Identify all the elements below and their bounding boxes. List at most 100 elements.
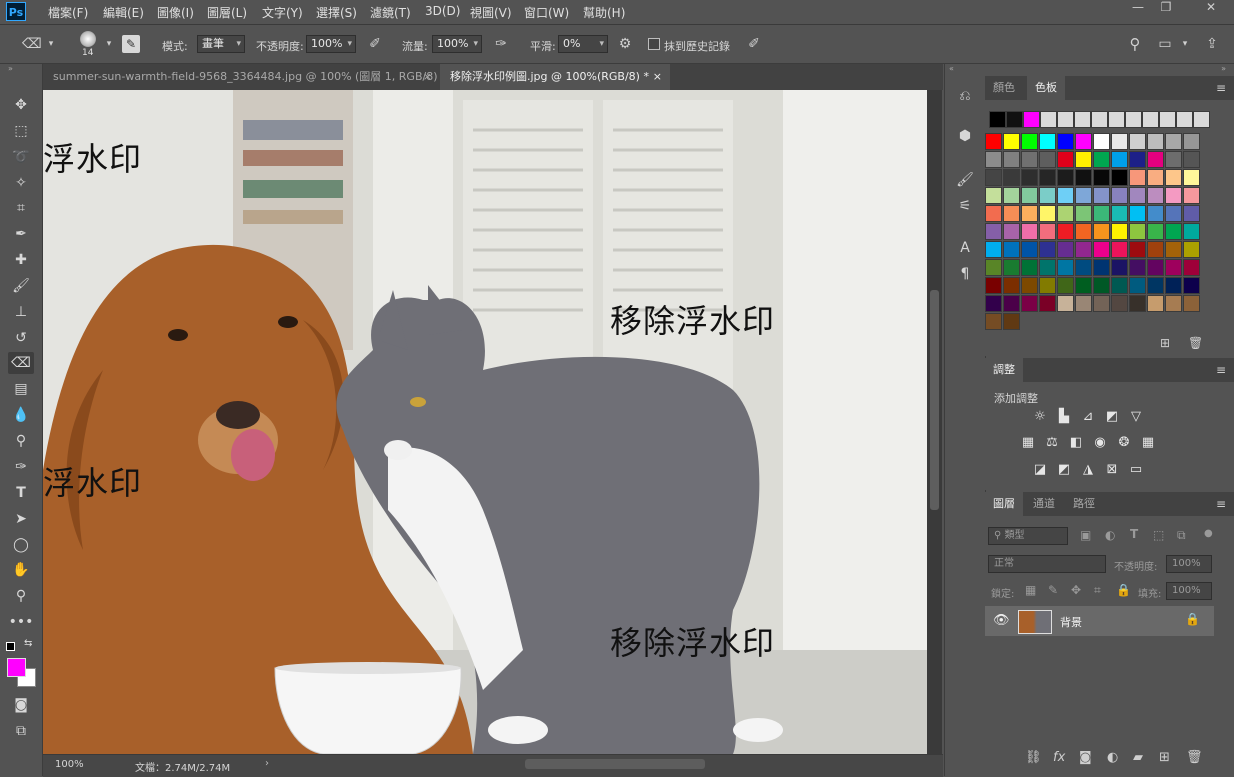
brush-settings-icon[interactable]: ✎: [122, 35, 140, 53]
history-brush-tool-icon[interactable]: ↺: [8, 327, 34, 349]
swatch[interactable]: [1129, 187, 1146, 204]
tool-preset-caret-icon[interactable]: ▾: [42, 35, 60, 53]
swatch[interactable]: [1075, 295, 1092, 312]
layer-name[interactable]: 背景: [1060, 614, 1082, 630]
swatch[interactable]: [1147, 187, 1164, 204]
swatch[interactable]: [1183, 133, 1200, 150]
swatch[interactable]: [1006, 111, 1023, 128]
filter-smart-object-icon[interactable]: ⧉: [1177, 528, 1186, 543]
swatch[interactable]: [1021, 169, 1038, 186]
blend-mode-select[interactable]: 正常: [988, 555, 1106, 573]
swatch[interactable]: [1023, 111, 1040, 128]
swatch[interactable]: [1091, 111, 1108, 128]
swatch[interactable]: [1147, 151, 1164, 168]
filter-shape-icon[interactable]: ⬚: [1153, 528, 1164, 542]
swatch[interactable]: [1057, 169, 1074, 186]
swatch[interactable]: [1075, 187, 1092, 204]
tab-swatches[interactable]: 色板: [1027, 76, 1065, 100]
tab-paths[interactable]: 路徑: [1065, 492, 1103, 516]
swatch[interactable]: [1075, 169, 1092, 186]
layer-row-background[interactable]: 👁 背景 🔒: [985, 606, 1214, 636]
color-lookup-icon[interactable]: ▦: [1139, 434, 1157, 452]
swatch[interactable]: [985, 187, 1002, 204]
swatch[interactable]: [985, 295, 1002, 312]
swatch[interactable]: [1075, 241, 1092, 258]
history-panel-icon[interactable]: ⎌: [955, 86, 975, 106]
swatch[interactable]: [1159, 111, 1176, 128]
swatch[interactable]: [985, 223, 1002, 240]
swatch[interactable]: [1165, 241, 1182, 258]
invert-icon[interactable]: ◪: [1031, 461, 1049, 479]
swatch[interactable]: [1075, 277, 1092, 294]
gradient-map-icon[interactable]: ▭: [1127, 461, 1145, 479]
swatch[interactable]: [1003, 313, 1020, 330]
swatch[interactable]: [1183, 187, 1200, 204]
swatch[interactable]: [1129, 169, 1146, 186]
swatch[interactable]: [1093, 187, 1110, 204]
menu-3d[interactable]: 3D(D): [425, 4, 460, 18]
swatch[interactable]: [1093, 205, 1110, 222]
dodge-tool-icon[interactable]: ⚲: [8, 430, 34, 452]
swatch[interactable]: [1111, 169, 1128, 186]
layer-opacity-input[interactable]: 100%: [1166, 555, 1212, 573]
gear-icon[interactable]: ⚙: [616, 35, 634, 53]
black-white-icon[interactable]: ◧: [1067, 434, 1085, 452]
hue-saturation-icon[interactable]: ▦: [1019, 434, 1037, 452]
swatch[interactable]: [1147, 259, 1164, 276]
swatch[interactable]: [1003, 223, 1020, 240]
swatch[interactable]: [1165, 223, 1182, 240]
channel-mixer-icon[interactable]: ❂: [1115, 434, 1133, 452]
filter-pixel-icon[interactable]: ▣: [1080, 528, 1091, 542]
swatch[interactable]: [1111, 259, 1128, 276]
swatch[interactable]: [1183, 151, 1200, 168]
menu-type[interactable]: 文字(Y): [262, 4, 303, 21]
swap-colors-icon[interactable]: ⇆: [24, 638, 32, 649]
swatch[interactable]: [1093, 295, 1110, 312]
healing-brush-tool-icon[interactable]: ✚: [8, 249, 34, 271]
swatch[interactable]: [1003, 241, 1020, 258]
workspace-icon[interactable]: ▭: [1156, 35, 1174, 53]
gradient-tool-icon[interactable]: ▤: [8, 378, 34, 400]
swatch[interactable]: [1165, 295, 1182, 312]
screen-mode-icon[interactable]: ⧉: [8, 720, 34, 742]
swatch[interactable]: [1003, 169, 1020, 186]
swatch[interactable]: [1147, 133, 1164, 150]
swatch[interactable]: [1129, 223, 1146, 240]
lasso-tool-icon[interactable]: ➰: [8, 146, 34, 168]
folder-icon[interactable]: ▰: [1133, 750, 1143, 765]
close-tab-icon[interactable]: ×: [423, 64, 432, 90]
swatch[interactable]: [1165, 169, 1182, 186]
new-swatch-icon[interactable]: ⊞: [1160, 336, 1170, 350]
status-menu-icon[interactable]: ›: [265, 758, 269, 769]
minimize-button[interactable]: —: [1123, 0, 1153, 16]
swatch[interactable]: [1093, 169, 1110, 186]
crop-tool-icon[interactable]: ⌗: [8, 197, 34, 219]
lock-artboard-icon[interactable]: ⌗: [1094, 583, 1101, 598]
default-colors-icon[interactable]: [6, 642, 15, 651]
swatch[interactable]: [1057, 187, 1074, 204]
fill-input[interactable]: 100%: [1166, 582, 1212, 600]
threshold-icon[interactable]: ◮: [1079, 461, 1097, 479]
swatch[interactable]: [1039, 277, 1056, 294]
swatch[interactable]: [1003, 133, 1020, 150]
mask-icon[interactable]: ◙: [1079, 750, 1092, 765]
brush-settings-panel-icon[interactable]: ⚟: [955, 196, 975, 216]
swatch[interactable]: [1183, 259, 1200, 276]
swatch[interactable]: [1111, 205, 1128, 222]
opacity-input[interactable]: 100% ▾: [306, 35, 356, 53]
path-select-tool-icon[interactable]: ➤: [8, 508, 34, 530]
swatch[interactable]: [1021, 241, 1038, 258]
search-icon[interactable]: ⚲: [1126, 35, 1144, 53]
more-tools-icon[interactable]: •••: [8, 611, 34, 633]
swatch[interactable]: [1193, 111, 1210, 128]
link-icon[interactable]: ⛓: [1025, 750, 1042, 765]
character-panel-icon[interactable]: A: [955, 238, 975, 258]
panel-menu-icon[interactable]: ≡: [1216, 492, 1226, 516]
swatch[interactable]: [1039, 169, 1056, 186]
swatch[interactable]: [1129, 277, 1146, 294]
layer-filter-select[interactable]: ⚲ 類型: [988, 527, 1068, 545]
swatch[interactable]: [1003, 277, 1020, 294]
swatch[interactable]: [1147, 169, 1164, 186]
swatch[interactable]: [1003, 205, 1020, 222]
zoom-level[interactable]: 100%: [55, 759, 84, 770]
